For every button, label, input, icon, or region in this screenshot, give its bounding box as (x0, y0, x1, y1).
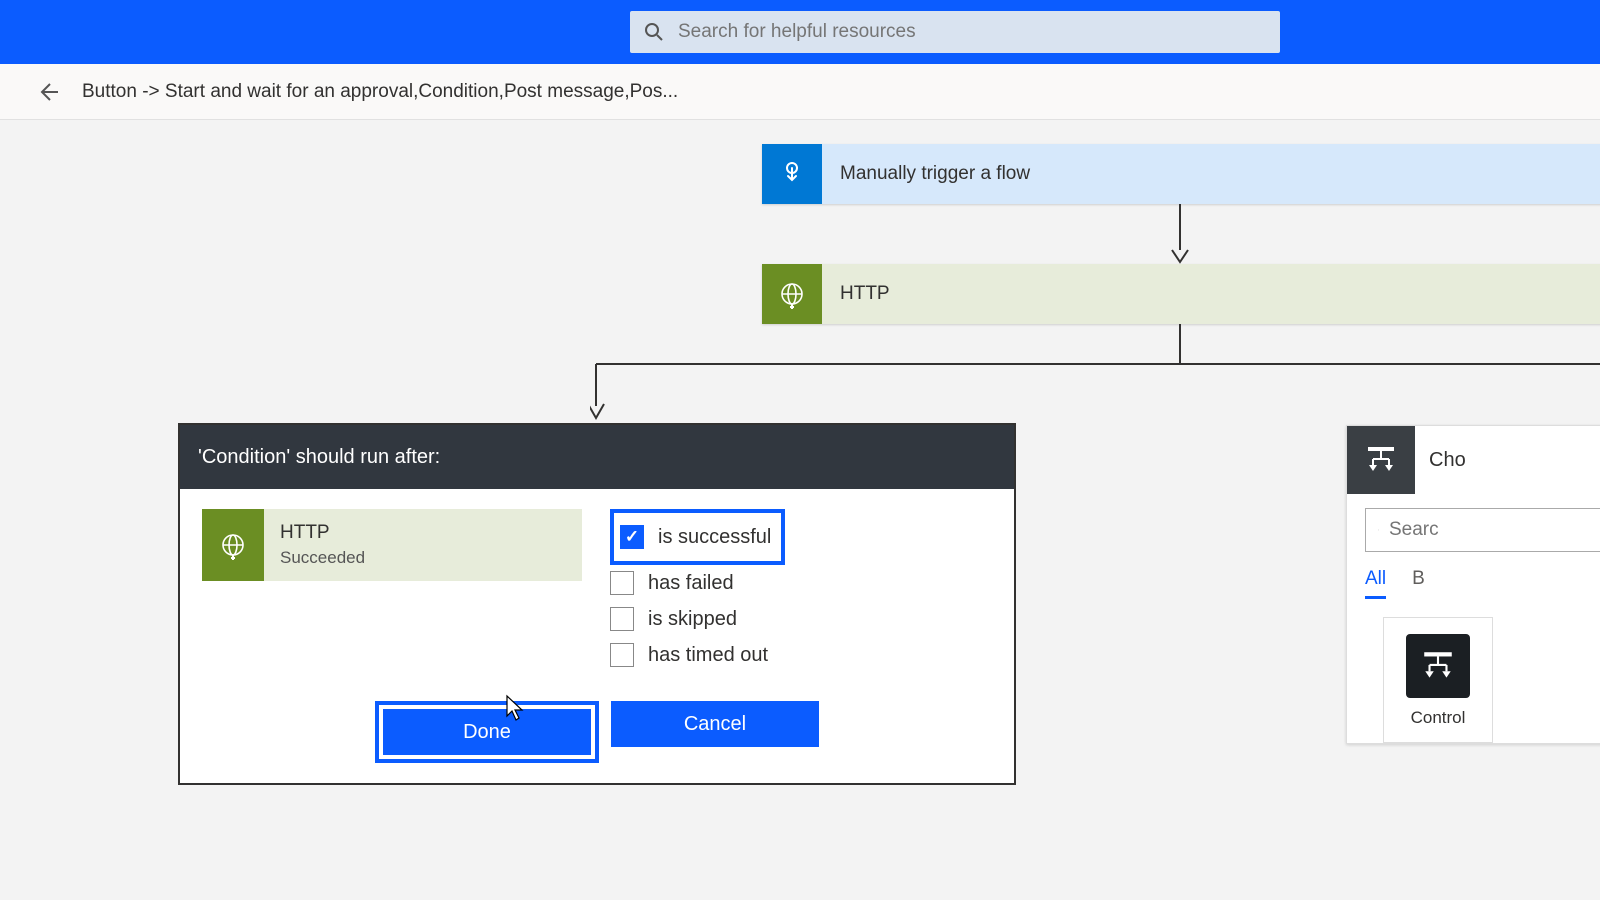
search-icon (644, 22, 664, 42)
checkbox-row-failed[interactable]: has failed (610, 565, 992, 601)
flow-canvas[interactable]: Manually trigger a flow HTTP 'Condition'… (0, 120, 1600, 900)
touch-icon (762, 144, 822, 204)
globe-icon (762, 264, 822, 324)
checkbox-label-skipped: is skipped (648, 608, 737, 631)
run-after-step-status: Succeeded (280, 548, 566, 568)
breadcrumb: Button -> Start and wait for an approval… (82, 81, 678, 103)
mouse-cursor-icon (503, 694, 527, 724)
connector-arrow-icon (1170, 204, 1190, 264)
back-arrow-icon[interactable] (36, 80, 60, 104)
flow-trigger-label: Manually trigger a flow (822, 144, 1600, 204)
connector-card-control[interactable]: Control (1383, 617, 1493, 743)
branch-connector-icon (590, 324, 1600, 424)
chooser-title: Cho (1415, 426, 1480, 494)
chooser-tabs: All B (1347, 552, 1600, 599)
control-icon (1347, 426, 1415, 494)
run-after-panel: 'Condition' should run after: HTTP Succe… (178, 423, 1016, 785)
global-search-input[interactable] (678, 21, 1266, 43)
global-search[interactable] (630, 11, 1280, 53)
chooser-search-input[interactable] (1389, 519, 1600, 541)
breadcrumb-bar: Button -> Start and wait for an approval… (0, 64, 1600, 120)
cancel-button[interactable]: Cancel (611, 701, 819, 747)
run-after-step-name: HTTP (280, 522, 566, 544)
checkbox-row-skipped[interactable]: is skipped (610, 601, 992, 637)
operation-chooser-panel: Cho All B Control (1346, 425, 1600, 744)
flow-trigger-card[interactable]: Manually trigger a flow (762, 144, 1600, 204)
checkbox-label-successful: is successful (658, 526, 771, 549)
chooser-search[interactable] (1365, 508, 1600, 552)
search-icon (1378, 521, 1379, 539)
done-button[interactable]: Done (383, 709, 591, 755)
highlight-box: Done (375, 701, 599, 763)
tab-b[interactable]: B (1412, 568, 1425, 599)
run-after-title: 'Condition' should run after: (180, 425, 1014, 489)
checkbox-failed[interactable] (610, 571, 634, 595)
flow-http-card[interactable]: HTTP (762, 264, 1600, 324)
checkbox-skipped[interactable] (610, 607, 634, 631)
run-after-prev-step[interactable]: HTTP Succeeded (202, 509, 582, 581)
checkbox-timedout[interactable] (610, 643, 634, 667)
tab-all[interactable]: All (1365, 568, 1386, 599)
checkbox-label-failed: has failed (648, 572, 734, 595)
highlight-box: is successful (610, 509, 785, 565)
checkbox-label-timedout: has timed out (648, 644, 768, 667)
checkbox-successful[interactable] (620, 525, 644, 549)
checkbox-row-timedout[interactable]: has timed out (610, 637, 992, 673)
global-header (0, 0, 1600, 64)
connector-card-label: Control (1411, 708, 1466, 728)
control-icon (1406, 634, 1470, 698)
flow-http-label: HTTP (822, 264, 1600, 324)
checkbox-row-successful[interactable]: is successful (620, 519, 771, 555)
globe-icon (202, 509, 264, 581)
